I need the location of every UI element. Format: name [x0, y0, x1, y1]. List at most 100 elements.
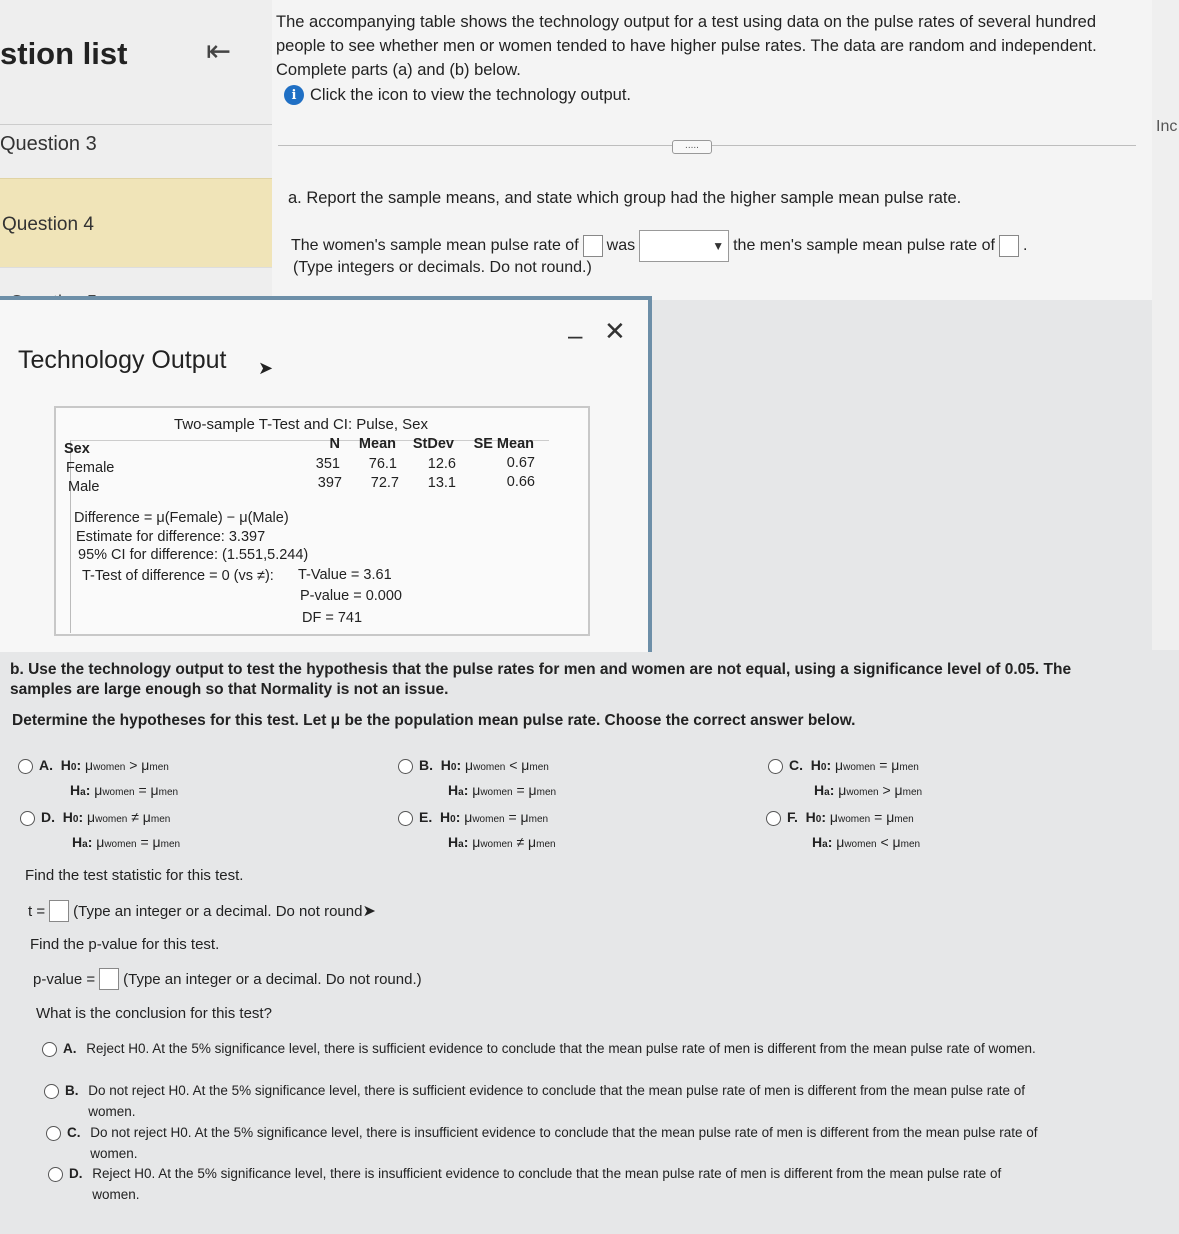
sidebar-item-question-4[interactable]: Question 4	[0, 178, 272, 268]
radio-button[interactable]	[20, 810, 35, 826]
women-label: The women's sample mean pulse rate of	[291, 237, 579, 254]
men-label: the men's sample mean pulse rate of	[733, 237, 995, 254]
h0-operator: =	[874, 809, 883, 825]
close-button[interactable]: ✕	[604, 316, 626, 347]
right-panel-label: Inc	[1156, 118, 1178, 135]
option-letter: B.	[65, 1083, 79, 1098]
radio-button[interactable]	[46, 1125, 61, 1141]
option-letter: A.	[39, 757, 53, 773]
radio-button[interactable]	[398, 810, 413, 826]
more-button[interactable]: .....	[672, 140, 712, 154]
sidebar-item-label: Question 3	[0, 133, 97, 155]
hypothesis-option-d[interactable]: D. H0: μwomen ≠ μmen Ha: μwomen = μmen	[20, 806, 180, 856]
option-letter: A.	[63, 1041, 77, 1056]
cursor-icon: ➤	[258, 358, 274, 378]
option-letter: C.	[789, 757, 803, 773]
conclusion-text: Reject H0. At the 5% significance level,…	[92, 1166, 1002, 1202]
table-cell: 397	[317, 475, 342, 491]
part-b-prompt: b. Use the technology output to test the…	[10, 661, 1072, 698]
part-a-answer-line: The women's sample mean pulse rate of wa…	[291, 230, 1027, 262]
question-list-title: stion list	[0, 36, 128, 71]
table-header-sex: Sex	[64, 441, 90, 457]
ha-operator: =	[138, 782, 147, 798]
find-p-prompt: Find the p-value for this test.	[30, 936, 220, 953]
table-cell: 12.6	[427, 456, 456, 472]
comparison-dropdown[interactable]: ▼	[639, 230, 730, 262]
radio-button[interactable]	[42, 1041, 57, 1057]
part-a-note: (Type integers or decimals. Do not round…	[293, 259, 592, 276]
sidebar-item-question-3[interactable]: Question 3	[0, 124, 272, 171]
conclusion-option-c[interactable]: C. Do not reject H0. At the 5% significa…	[46, 1122, 1086, 1164]
option-letter: B.	[419, 757, 433, 773]
radio-button[interactable]	[44, 1083, 59, 1099]
option-letter: C.	[67, 1125, 81, 1140]
collapse-sidebar-icon[interactable]: ⇤	[206, 34, 231, 69]
p-value: P-value = 0.000	[300, 588, 402, 604]
table-cell: 0.66	[506, 474, 535, 490]
table-cell-sex-female: Female	[66, 460, 115, 476]
conclusion-option-a[interactable]: A. Reject H0. At the 5% significance lev…	[42, 1038, 1062, 1059]
hypotheses-prompt: Determine the hypotheses for this test. …	[12, 712, 856, 729]
option-letter: F.	[787, 809, 798, 825]
question-intro: The accompanying table shows the technol…	[276, 13, 1097, 79]
difference-line: Difference = μ(Female) − μ(Male)	[74, 510, 289, 526]
info-link[interactable]: Click the icon to view the technology ou…	[310, 86, 631, 105]
t-label: t =	[28, 902, 46, 920]
men-mean-input[interactable]	[998, 235, 1019, 257]
p-value-input[interactable]	[99, 968, 120, 990]
p-note: (Type an integer or a decimal. Do not ro…	[123, 970, 422, 988]
chevron-down-icon: ▼	[712, 239, 725, 253]
conclusion-option-d[interactable]: D. Reject H0. At the 5% significance lev…	[48, 1163, 1088, 1205]
radio-button[interactable]	[398, 758, 413, 774]
test-title: Two-sample T-Test and CI: Pulse, Sex	[174, 416, 428, 433]
hypothesis-option-e[interactable]: E. H0: μwomen = μmen Ha: μwomen ≠ μmen	[398, 806, 556, 856]
was-label: was	[606, 237, 636, 254]
table-cell: 0.67	[506, 455, 535, 471]
t-note: (Type an integer or a decimal. Do not ro…	[73, 902, 363, 920]
right-panel: Inc	[1152, 0, 1179, 650]
ha-operator: =	[516, 782, 525, 798]
table-header-n: N	[329, 436, 340, 452]
estimate-line: Estimate for difference: 3.397	[76, 529, 266, 545]
popup-title: Technology Output	[18, 346, 227, 374]
ttest-line: T-Test of difference = 0 (vs ≠):	[82, 568, 274, 584]
part-a-prompt: a. Report the sample means, and state wh…	[288, 189, 962, 207]
option-letter: D.	[69, 1166, 83, 1181]
t-statistic-input[interactable]	[49, 900, 70, 922]
h0-operator: =	[879, 757, 888, 773]
table-cell: 13.1	[427, 475, 456, 491]
women-mean-input[interactable]	[582, 235, 603, 257]
ha-operator: <	[880, 834, 889, 850]
radio-button[interactable]	[766, 810, 781, 826]
table-cell: 72.7	[370, 475, 399, 491]
hypothesis-option-b[interactable]: B. H0: μwomen < μmen Ha: μwomen = μmen	[398, 754, 556, 804]
conclusion-prompt: What is the conclusion for this test?	[36, 1005, 272, 1022]
option-letter: D.	[41, 809, 55, 825]
h0-operator: >	[129, 757, 138, 773]
h0-operator: ≠	[131, 809, 139, 825]
ha-operator: ≠	[516, 834, 525, 850]
table-cell: 351	[315, 456, 340, 472]
option-letter: E.	[419, 809, 433, 825]
ha-operator: >	[882, 782, 891, 798]
table-cell: 76.1	[368, 456, 397, 472]
find-t-prompt: Find the test statistic for this test.	[25, 867, 244, 884]
ci-line: 95% CI for difference: (1.551,5.244)	[78, 547, 309, 563]
radio-button[interactable]	[768, 758, 783, 774]
p-answer-line: p-value = (Type an integer or a decimal.…	[33, 968, 422, 990]
minimize-button[interactable]: –	[568, 320, 582, 351]
h0-operator: <	[509, 757, 518, 773]
table-header-se-mean: SE Mean	[473, 436, 534, 452]
t-value: T-Value = 3.61	[298, 567, 392, 583]
info-icon[interactable]: i	[284, 85, 304, 105]
p-label: p-value =	[33, 970, 96, 988]
sidebar-item-label: Question 4	[2, 214, 94, 235]
conclusion-option-b[interactable]: B. Do not reject H0. At the 5% significa…	[44, 1080, 1084, 1122]
t-answer-line: t = (Type an integer or a decimal. Do no…	[28, 900, 376, 922]
hypothesis-option-f[interactable]: F. H0: μwomen = μmen Ha: μwomen < μmen	[766, 806, 920, 856]
hypothesis-option-c[interactable]: C. H0: μwomen = μmen Ha: μwomen > μmen	[768, 754, 922, 804]
hypothesis-option-a[interactable]: A. H0: μwomen > μmen Ha: μwomen = μmen	[18, 754, 178, 804]
radio-button[interactable]	[48, 1166, 63, 1182]
df-value: DF = 741	[302, 610, 363, 626]
radio-button[interactable]	[18, 758, 33, 774]
